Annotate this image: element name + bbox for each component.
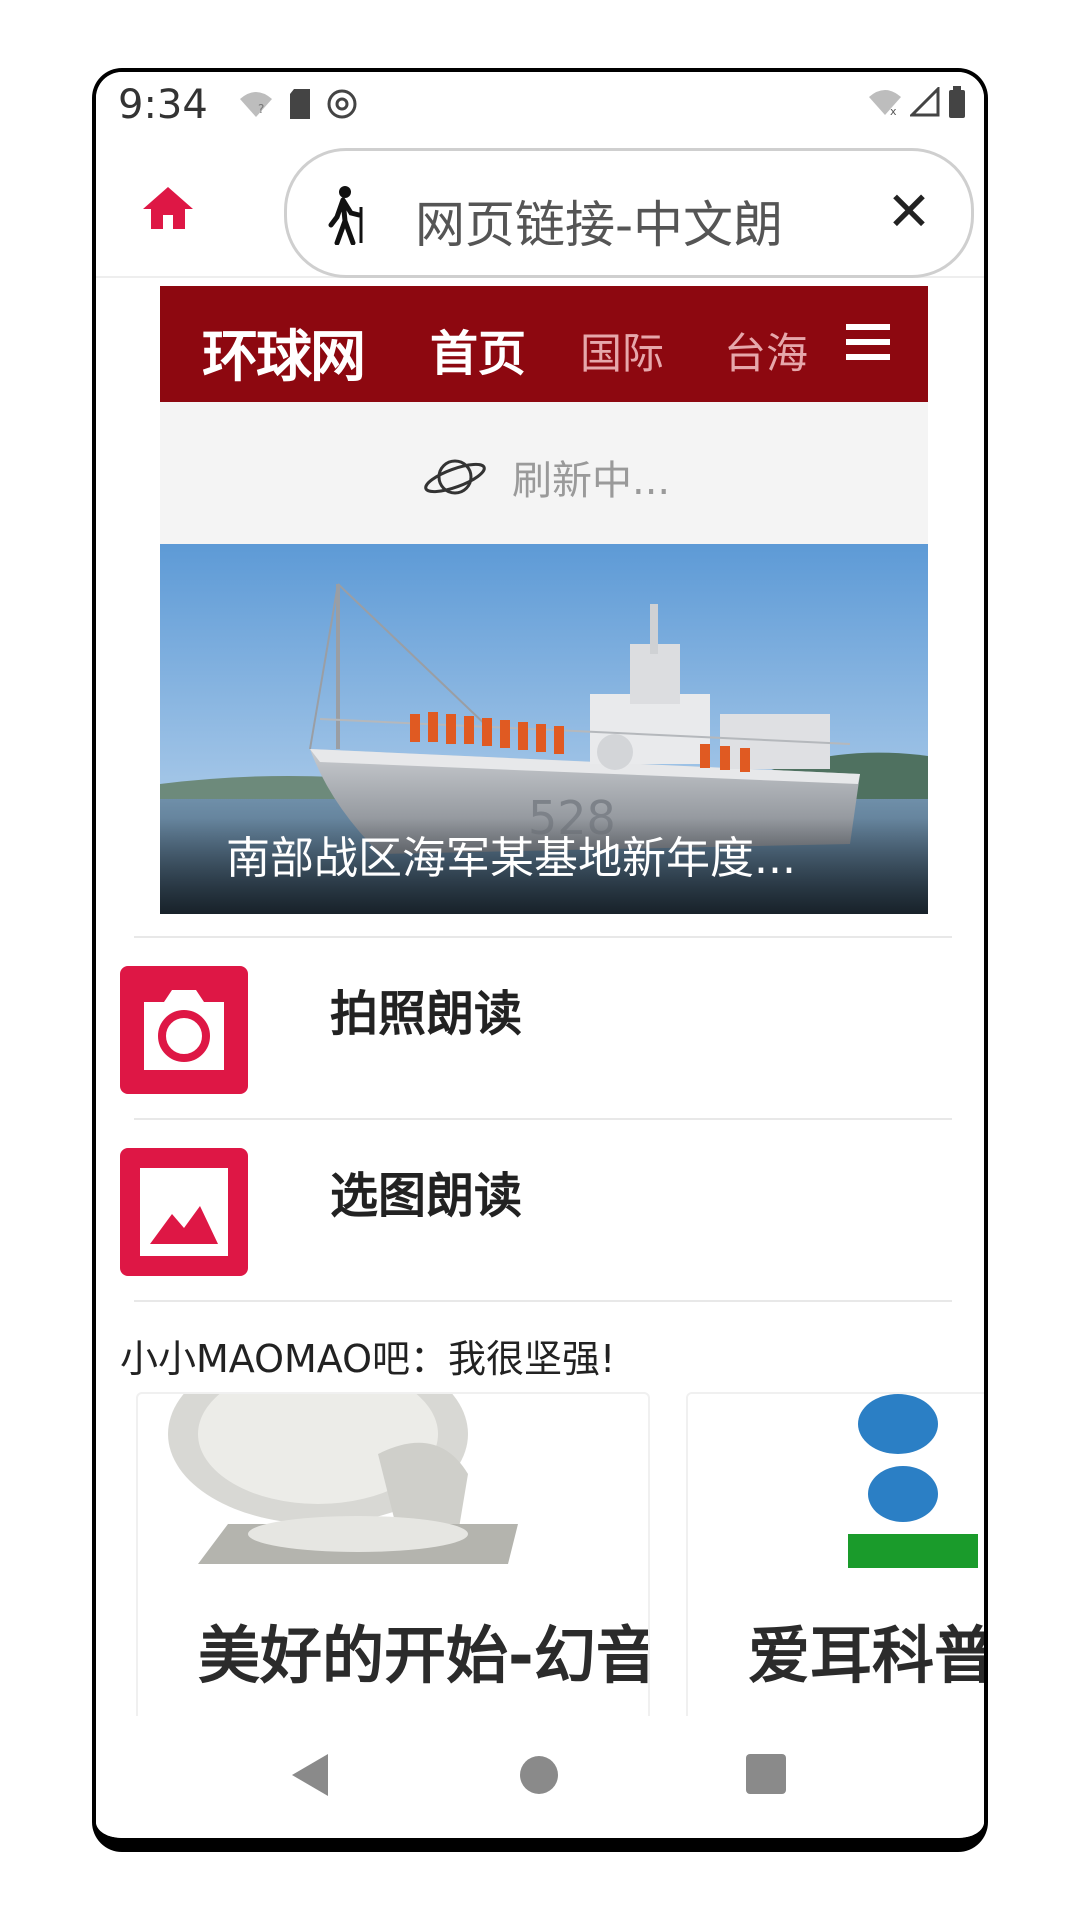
divider (134, 1300, 952, 1302)
site-logo[interactable]: 环球网 (202, 312, 366, 393)
status-left-icons: ? (238, 88, 358, 120)
hero-caption-text: 南部战区海军某基地新年度... (226, 833, 796, 884)
action-gallery-read[interactable]: 选图朗读 (120, 1148, 960, 1288)
site-header: 环球网 首页 国际 台海 (160, 286, 928, 402)
at-sign-icon (327, 89, 357, 119)
close-icon: ✕ (886, 179, 932, 243)
home-button[interactable] (136, 176, 200, 240)
signal-icon (910, 87, 940, 117)
hero-caption-overlay: 南部战区海军某基地新年度... (160, 818, 928, 914)
wifi-question-icon: ? (240, 92, 272, 117)
card-thumbnail (688, 1394, 984, 1574)
svg-text:?: ? (258, 102, 264, 116)
action-gallery-label: 选图朗读 (330, 1168, 523, 1224)
hamburger-menu-icon[interactable] (846, 322, 890, 362)
planet-icon (424, 459, 486, 495)
phone-frame: 9:34 ? x 网页链接-中文朗 ✕ 环球网 首页 国际 台海 刷新中... … (92, 68, 988, 1852)
divider (134, 936, 952, 938)
webpage-preview[interactable]: 环球网 首页 国际 台海 刷新中... 南部战区海军某基地新年度... (160, 286, 928, 914)
back-icon[interactable] (290, 1752, 330, 1798)
home-icon (143, 187, 193, 229)
status-bar: 9:34 ? x (96, 72, 984, 136)
read-aloud-pill[interactable]: 网页链接-中文朗 ✕ (284, 148, 974, 278)
refresh-indicator: 刷新中... (160, 402, 928, 544)
refresh-text: 刷新中... (512, 458, 671, 504)
image-icon (120, 1148, 248, 1276)
hero-news-image[interactable]: 528 南部战区海军某基地新年度... (160, 544, 928, 914)
wifi-off-icon: x (869, 90, 901, 117)
walking-person-icon (328, 186, 363, 245)
camera-icon (120, 966, 248, 1094)
section-title[interactable]: 小小MAOMAO吧：我很坚强! (120, 1328, 615, 1383)
svg-text:x: x (890, 105, 897, 117)
gramophone-thumbnail (168, 1394, 518, 1564)
close-button[interactable]: ✕ (877, 179, 941, 243)
home-nav-icon[interactable] (520, 1756, 558, 1794)
reader-toolbar: 网页链接-中文朗 ✕ (96, 136, 984, 278)
read-aloud-title: 网页链接-中文朗 (415, 196, 784, 254)
divider (134, 1118, 952, 1120)
nav-taiwan[interactable]: 台海 (724, 320, 808, 381)
sim-card-icon (290, 89, 310, 119)
action-camera-label: 拍照朗读 (330, 986, 523, 1042)
status-time: 9:34 (118, 82, 208, 128)
battery-icon (949, 86, 965, 118)
nav-home[interactable]: 首页 (430, 314, 526, 384)
nav-international[interactable]: 国际 (580, 320, 664, 381)
status-right-icons: x (868, 86, 966, 118)
action-camera-read[interactable]: 拍照朗读 (120, 966, 960, 1106)
recents-icon[interactable] (746, 1754, 786, 1794)
system-nav-bar (96, 1716, 984, 1838)
